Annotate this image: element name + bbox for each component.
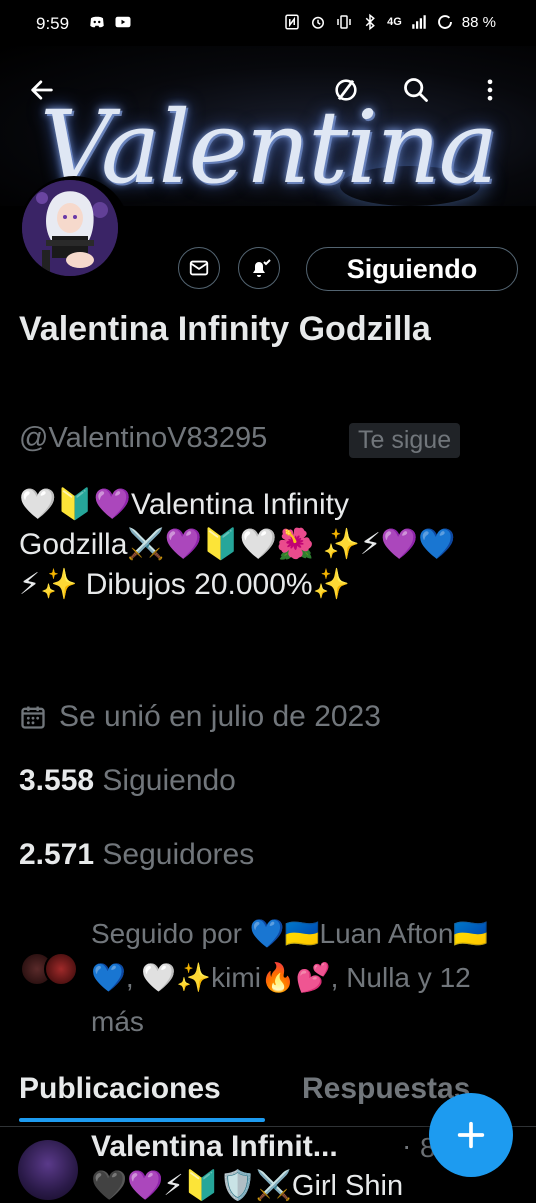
status-right-icons: 4G 88 % [283,13,496,31]
active-tab-indicator [19,1118,265,1122]
bell-check-icon [253,259,271,277]
calendar-icon [21,706,45,729]
message-button[interactable] [178,247,220,289]
grok-button[interactable] [326,70,366,110]
post-separator: · [402,1130,412,1161]
profile-handle: @ValentinoV83295 [19,422,268,454]
followed-by-text[interactable]: Seguido por 💙🇺🇦Luan Afton🇺🇦💙, 🤍✨kimi🔥💕, … [91,912,521,1044]
alarm-icon [312,16,325,29]
search-icon [404,78,428,102]
more-options-button[interactable] [470,70,510,110]
joined-text: Se unió en julio de 2023 [59,700,381,733]
search-button[interactable] [396,70,436,110]
followers-count: 2.571 [19,838,95,871]
vertical-dots-icon [487,79,493,101]
bluetooth-icon [365,13,375,31]
status-time: 9:59 [36,14,70,33]
back-button[interactable] [22,70,62,110]
avatar-illustration [22,180,118,276]
avatar-image [22,180,118,276]
compose-button[interactable] [429,1093,513,1177]
slash-circle-icon [335,79,357,101]
post-author-avatar[interactable] [18,1140,78,1200]
battery-icon [437,15,452,29]
discord-icon [90,16,104,28]
battery-level: 88 % [461,13,496,31]
profile-bio: 🤍🔰💜Valentina Infinity Godzilla⚔️💜🔰🤍🌺 ✨⚡💜… [19,488,456,601]
profile-avatar[interactable] [18,176,130,288]
mutual-avatar [44,952,78,986]
following-label: Siguiendo [102,764,236,797]
following-count: 3.558 [19,764,95,797]
follows-you-badge: Te sigue [349,423,461,458]
mutual-avatars[interactable] [20,952,84,988]
vibrate-icon [337,15,351,29]
following-button[interactable]: Siguiendo [306,247,518,291]
followers-label: Seguidores [102,838,255,871]
nfc-icon [285,14,299,30]
joined-date: Se unió en julio de 2023 [19,700,381,734]
post-author-name[interactable]: Valentina Infinit... [91,1130,411,1164]
youtube-icon [115,16,131,28]
notifications-button[interactable] [238,247,280,289]
network-type: 4G [387,16,402,28]
tab-publicaciones[interactable]: Publicaciones [19,1072,221,1106]
profile-name: Valentina Infinity Godzilla [19,310,431,348]
followers-stat[interactable]: 2.571 Seguidores [19,838,254,872]
arrow-left-icon [31,80,53,100]
plus-icon [457,1121,485,1149]
following-stat[interactable]: 3.558 Siguiendo [19,764,236,798]
status-left-icons [88,13,132,31]
signal-icon [412,15,426,29]
envelope-icon [189,260,209,276]
status-bar: 9:59 4G 88 % [0,0,536,46]
